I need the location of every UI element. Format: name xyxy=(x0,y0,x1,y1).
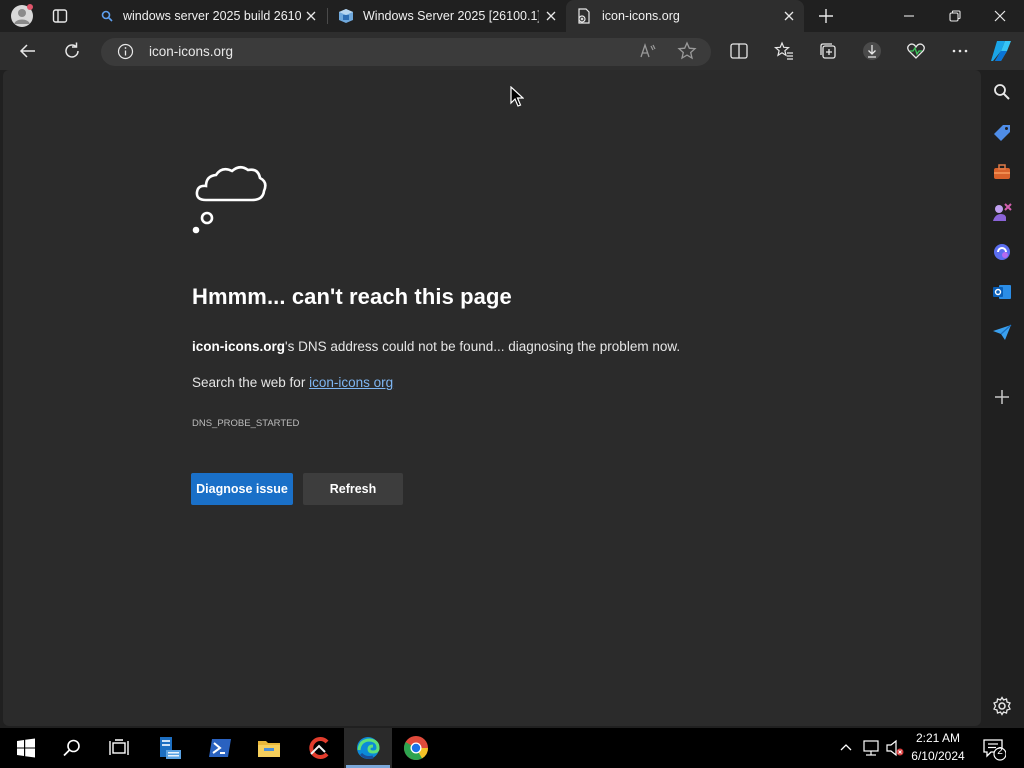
tools-icon[interactable] xyxy=(991,161,1013,183)
diagnose-issue-button[interactable]: Diagnose issue xyxy=(191,473,293,505)
error-code: DNS_PROBE_STARTED xyxy=(192,418,300,429)
restore-icon[interactable] xyxy=(948,9,962,23)
clock-date[interactable]: 6/10/2024 xyxy=(906,749,970,763)
search-icon[interactable] xyxy=(58,734,86,762)
close-tab-icon[interactable] xyxy=(544,9,558,23)
network-icon[interactable] xyxy=(861,739,881,757)
task-view-icon[interactable] xyxy=(105,734,133,762)
favorite-star-icon[interactable] xyxy=(676,40,698,62)
tab-search-results[interactable]: windows server 2025 build 2610 xyxy=(90,0,326,32)
favorites-icon[interactable] xyxy=(773,40,795,62)
ccleaner-icon[interactable] xyxy=(305,734,333,762)
minimize-icon[interactable] xyxy=(902,10,916,22)
chevron-up-icon[interactable] xyxy=(838,740,854,756)
error-description: icon-icons.org's DNS address could not b… xyxy=(192,339,680,354)
chrome-icon[interactable] xyxy=(402,734,430,762)
more-icon[interactable] xyxy=(949,40,971,62)
browser-essentials-icon[interactable] xyxy=(905,40,927,62)
error-description-text: 's DNS address could not be found... dia… xyxy=(285,339,681,354)
tab-strip: windows server 2025 build 2610 Windows S… xyxy=(0,0,1024,32)
tab-separator xyxy=(327,8,328,24)
search-suggestion: Search the web for icon-icons org xyxy=(192,375,393,390)
send-icon[interactable] xyxy=(991,321,1013,343)
server-manager-icon[interactable] xyxy=(156,734,184,762)
thought-cloud-icon xyxy=(188,158,270,238)
error-host: icon-icons.org xyxy=(192,339,286,354)
add-icon[interactable] xyxy=(991,386,1013,408)
copilot-icon[interactable] xyxy=(988,38,1014,64)
search-prefix: Search the web for xyxy=(192,375,310,390)
tab-windows-server[interactable]: Windows Server 2025 [26100.1] ; xyxy=(330,0,566,32)
mouse-cursor-icon xyxy=(510,86,524,108)
windows-box-icon xyxy=(338,8,354,24)
edge-icon[interactable] xyxy=(354,734,382,762)
games-icon[interactable] xyxy=(991,201,1013,223)
downloads-icon[interactable] xyxy=(861,40,883,62)
shopping-tag-icon[interactable] xyxy=(991,121,1013,143)
tab-label: windows server 2025 build 2610 xyxy=(123,9,301,23)
refresh-icon[interactable] xyxy=(61,40,83,62)
search-web-link[interactable]: icon-icons org xyxy=(309,375,393,390)
split-screen-icon[interactable] xyxy=(728,40,750,62)
read-aloud-icon[interactable] xyxy=(637,40,659,62)
page-content xyxy=(3,70,981,726)
windows-start-icon[interactable] xyxy=(12,734,40,762)
copilot-icon[interactable] xyxy=(991,241,1013,263)
search-icon xyxy=(100,9,114,23)
close-window-icon[interactable] xyxy=(993,9,1007,23)
powershell-icon[interactable] xyxy=(206,734,234,762)
profile-avatar-icon[interactable] xyxy=(10,4,34,28)
url-text[interactable]: icon-icons.org xyxy=(149,44,233,59)
search-icon[interactable] xyxy=(991,81,1013,103)
info-icon[interactable] xyxy=(117,43,134,60)
clock-time[interactable]: 2:21 AM xyxy=(906,731,970,745)
error-page-icon xyxy=(576,8,592,24)
tab-icon-icons[interactable]: icon-icons.org xyxy=(566,0,804,32)
back-icon[interactable] xyxy=(17,40,39,62)
notification-count: 2 xyxy=(997,746,1003,757)
volume-muted-icon[interactable] xyxy=(885,739,905,757)
error-title: Hmmm... can't reach this page xyxy=(192,284,512,309)
close-tab-icon[interactable] xyxy=(782,9,796,23)
settings-icon[interactable] xyxy=(991,695,1013,717)
file-explorer-icon[interactable] xyxy=(255,734,283,762)
new-tab-icon[interactable] xyxy=(818,8,834,24)
tab-actions-icon[interactable] xyxy=(52,8,68,24)
close-tab-icon[interactable] xyxy=(304,9,318,23)
collections-icon[interactable] xyxy=(817,40,839,62)
outlook-icon[interactable] xyxy=(991,281,1013,303)
refresh-button[interactable]: Refresh xyxy=(303,473,403,505)
tab-label: icon-icons.org xyxy=(602,9,680,23)
tab-label: Windows Server 2025 [26100.1] ; xyxy=(363,9,539,23)
